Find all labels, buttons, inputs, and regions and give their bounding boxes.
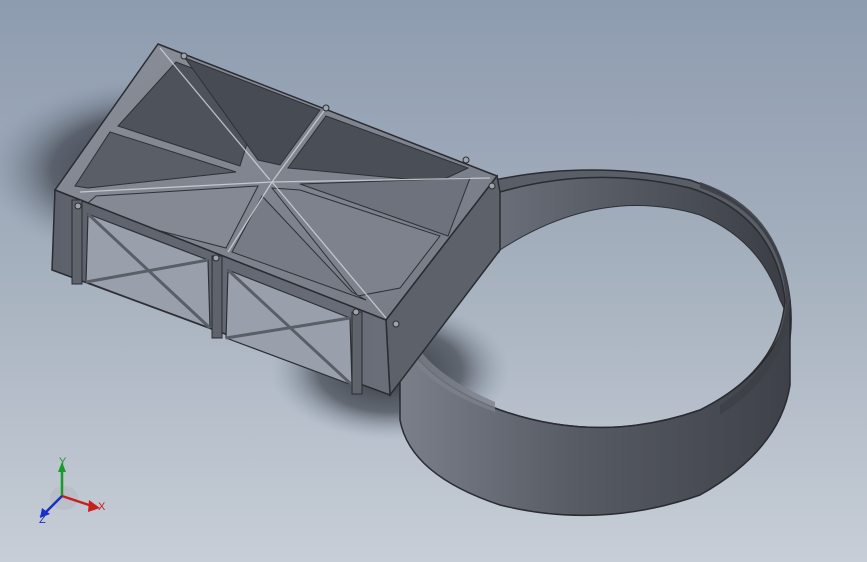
model-view[interactable]: [0, 0, 867, 562]
triad-y-label: Y: [59, 456, 67, 468]
graphics-viewport[interactable]: Y X Z: [0, 0, 867, 562]
triad-sphere: [50, 486, 78, 510]
triad-x-label: X: [98, 501, 106, 513]
coordinate-triad: [40, 462, 100, 518]
triad-z-label: Z: [39, 514, 46, 526]
ring-back-wall: [499, 174, 791, 331]
